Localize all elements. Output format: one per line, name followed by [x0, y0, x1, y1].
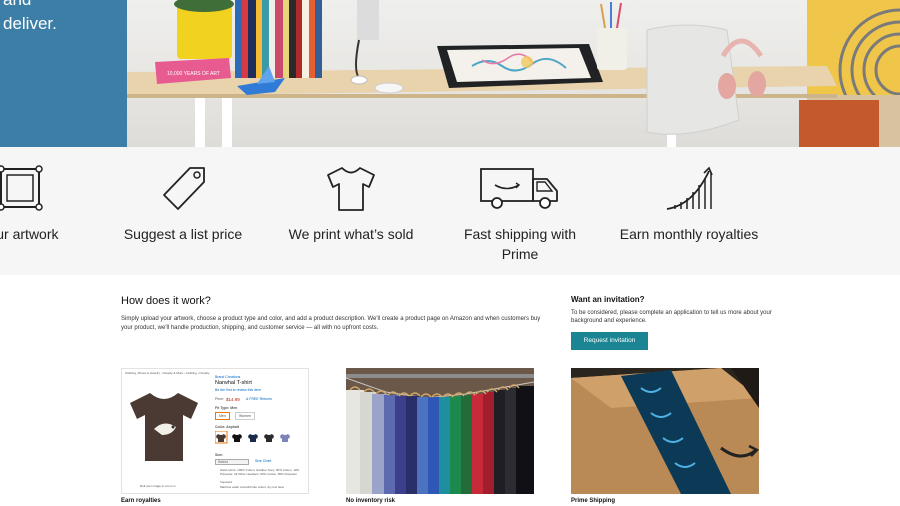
- hero-banner: and deliver.: [0, 0, 900, 147]
- step-suggest-price: Suggest a list price: [108, 147, 258, 275]
- card-caption-prime-shipping: Prime Shipping: [571, 498, 616, 504]
- fit-type-label: Fit Type: Men: [215, 406, 238, 410]
- product-breadcrumb: Clothing, Shoes & Jewelry › Novelty & Mo…: [125, 371, 210, 375]
- size-chart-link[interactable]: Size Chart: [255, 459, 271, 463]
- how-it-works-description: Simply upload your artwork, choose a pro…: [121, 316, 541, 331]
- step-label: Fast shipping with Prime: [445, 224, 595, 264]
- step-label: your artwork: [0, 226, 59, 242]
- step-we-print: We print what’s sold: [276, 147, 426, 275]
- price-label: Price:: [215, 397, 224, 401]
- step-label: Suggest a list price: [123, 226, 243, 242]
- step-label: Earn monthly royalties: [619, 226, 759, 242]
- shirts-rack-photo: [346, 368, 534, 494]
- step-fast-shipping: Fast shipping with Prime: [445, 147, 595, 275]
- step-label: We print what’s sold: [288, 226, 414, 242]
- size-label: Size:: [215, 453, 224, 457]
- price-tag-icon: [158, 165, 208, 218]
- fit-option-women[interactable]: Women: [235, 412, 255, 420]
- hero-blue-panel: and deliver.: [0, 0, 127, 147]
- desk-scene-illustration: 10,000 YEARS OF ART: [127, 0, 900, 147]
- zoom-hint: Roll over image to zoom in: [140, 484, 176, 488]
- product-page-screenshot: Clothing, Shoes & Jewelry › Novelty & Mo…: [121, 368, 309, 494]
- hero-headline-line-1: and: [3, 0, 127, 12]
- prime-box-photo: [571, 368, 759, 494]
- tshirt-product-image: [130, 393, 198, 461]
- how-it-works-steps: your artwork Suggest a list price We pri…: [0, 147, 900, 275]
- product-title: Narwhal T-shirt: [215, 380, 252, 386]
- hero-headline: and deliver.: [0, 0, 127, 36]
- step-upload-artwork: your artwork: [0, 147, 95, 275]
- step-label-line-1: Fast shipping with: [463, 226, 577, 242]
- review-link[interactable]: Be the first to review this item: [215, 388, 261, 392]
- size-select[interactable]: Select: [215, 459, 249, 465]
- free-returns-link[interactable]: & FREE Returns: [246, 397, 272, 401]
- hero-headline-line-2: deliver.: [3, 14, 57, 33]
- product-bullet: Solid colors: 100% Cotton; Heather Grey:…: [220, 468, 300, 476]
- card-caption-earn-royalties: Earn royalties: [121, 498, 161, 504]
- color-label: Color: Asphalt: [215, 425, 239, 429]
- hero-desk-photo: 10,000 YEARS OF ART: [127, 0, 900, 147]
- delivery-truck-icon: [479, 165, 561, 218]
- growth-chart-icon: [663, 165, 715, 218]
- product-bullet: Imported: [220, 480, 232, 484]
- invitation-description: To be considered, please complete an app…: [571, 310, 772, 324]
- card-caption-no-inventory: No inventory risk: [346, 498, 396, 504]
- product-price: $14.99: [226, 397, 240, 402]
- how-it-works-heading: How does it work?: [121, 295, 211, 307]
- fit-option-men[interactable]: Men: [215, 412, 230, 420]
- book-cover-text: 10,000 YEARS OF ART: [167, 71, 220, 77]
- step-earn-royalties: Earn monthly royalties: [614, 147, 764, 275]
- product-brand-link[interactable]: Brand Creations: [215, 375, 240, 379]
- invitation-heading: Want an invitation?: [571, 295, 645, 304]
- product-bullet: Machine wash cold with like colors, dry …: [220, 485, 284, 489]
- request-invitation-button[interactable]: Request invitation: [571, 332, 648, 350]
- color-swatches[interactable]: [215, 431, 295, 445]
- frame-icon: [0, 165, 43, 216]
- tshirt-icon: [324, 165, 378, 218]
- step-label-line-2: Prime: [501, 246, 539, 262]
